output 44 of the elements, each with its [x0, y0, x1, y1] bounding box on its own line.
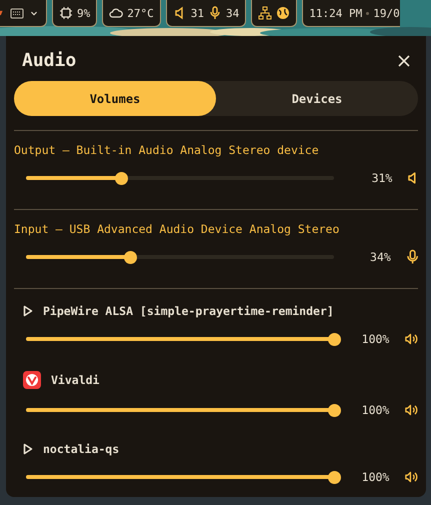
keyboard-icon — [10, 6, 24, 20]
speaker-icon[interactable] — [408, 172, 418, 184]
play-icon — [23, 443, 33, 455]
app-name: PipeWire ALSA [simple-prayertime-reminder] — [43, 304, 334, 318]
weather-pill[interactable]: 27°C — [102, 0, 161, 27]
tab[interactable]: Devices — [216, 81, 418, 116]
clock-date: 19/0 — [373, 6, 400, 20]
network-icon — [258, 6, 272, 20]
speaker-icon[interactable] — [405, 404, 418, 416]
mic-level: 34 — [226, 6, 240, 20]
slider-thumb[interactable] — [328, 332, 340, 346]
device-name: Input — USB Advanced Audio Device Analog Stereo — [14, 222, 340, 236]
clock-time: 11:24 PM — [309, 6, 362, 20]
slider-thumb[interactable] — [114, 172, 128, 184]
close-button[interactable] — [398, 54, 410, 66]
volume-percent: 100% — [360, 332, 390, 346]
volume-percent: 34% — [369, 250, 391, 264]
temperature: 27°C — [127, 6, 154, 20]
chip-icon — [59, 6, 73, 20]
volume-percent: 100% — [360, 403, 390, 417]
device-name: Output — Built-in Audio Analog Stereo device — [14, 143, 319, 157]
volume-percent: 100% — [360, 470, 390, 484]
app-name: Vivaldi — [51, 373, 100, 387]
microphone-icon — [208, 6, 222, 20]
cpu-usage: 9% — [77, 6, 90, 20]
cpu-pill[interactable]: 9% — [52, 0, 98, 27]
volume-level: 31 — [190, 6, 204, 20]
volume-percent: 31% — [370, 171, 392, 185]
clock-pill[interactable]: 11:24 PM 19/0 — [302, 0, 400, 27]
app-name: noctalia-qs — [43, 442, 120, 456]
slider-thumb[interactable] — [328, 404, 340, 416]
audio-pill[interactable]: 31 34 — [166, 0, 246, 27]
slider-thumb[interactable] — [328, 470, 340, 484]
slider-thumb[interactable] — [124, 250, 138, 264]
cloud-icon — [109, 6, 124, 20]
close-icon — [398, 54, 410, 66]
microphone-icon[interactable] — [406, 249, 418, 265]
network-pill[interactable] — [251, 0, 298, 27]
play-icon — [23, 305, 33, 317]
tab[interactable]: Volumes — [14, 81, 216, 116]
speaker-icon[interactable] — [405, 471, 418, 483]
speaker-icon[interactable] — [405, 333, 418, 345]
panel-title: Audio — [22, 50, 76, 71]
app-logo-icon — [23, 371, 41, 389]
